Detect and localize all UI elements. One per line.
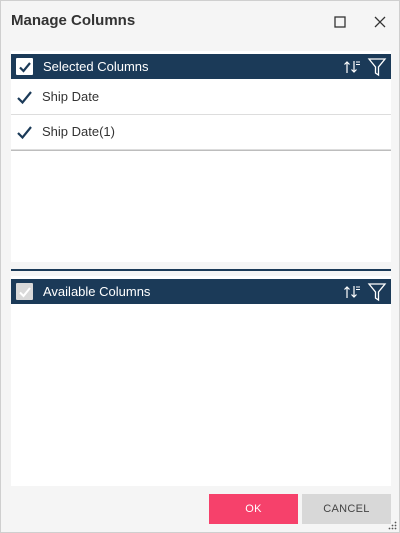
ok-button[interactable]: OK	[209, 494, 298, 524]
available-columns-label: Available Columns	[43, 284, 151, 299]
panel-divider	[11, 269, 391, 271]
close-icon	[374, 16, 386, 28]
checkbox-checked-icon[interactable]	[16, 89, 33, 106]
maximize-button[interactable]	[329, 11, 351, 33]
column-label: Ship Date	[42, 89, 100, 104]
manage-columns-dialog: Manage Columns Selected Columns Ship Dat…	[0, 0, 400, 533]
cancel-button[interactable]: CANCEL	[302, 494, 391, 524]
available-columns-panel: Available Columns	[11, 269, 391, 486]
dialog-title: Manage Columns	[11, 12, 136, 29]
close-button[interactable]	[369, 11, 391, 33]
select-all-available-checkbox[interactable]	[16, 283, 33, 300]
selected-columns-label: Selected Columns	[43, 59, 149, 74]
maximize-icon	[334, 16, 346, 28]
selected-columns-header: Selected Columns	[11, 54, 391, 79]
sort-icon[interactable]	[343, 57, 361, 77]
available-columns-header: Available Columns	[11, 279, 391, 304]
filter-icon[interactable]	[367, 282, 387, 302]
checkmark-icon	[18, 286, 31, 297]
checkmark-icon	[18, 61, 31, 73]
select-all-checkbox[interactable]	[16, 58, 33, 75]
column-label: Ship Date(1)	[42, 124, 115, 139]
filter-icon[interactable]	[367, 57, 387, 77]
selected-columns-panel: Selected Columns Ship Date Ship Date(1)	[11, 51, 391, 262]
list-divider	[11, 150, 391, 151]
resize-grip-icon[interactable]	[387, 520, 397, 530]
list-item[interactable]: Ship Date	[11, 80, 391, 115]
list-item[interactable]: Ship Date(1)	[11, 115, 391, 150]
title-bar: Manage Columns	[1, 1, 399, 41]
sort-icon[interactable]	[343, 282, 361, 302]
checkbox-checked-icon[interactable]	[16, 124, 33, 141]
